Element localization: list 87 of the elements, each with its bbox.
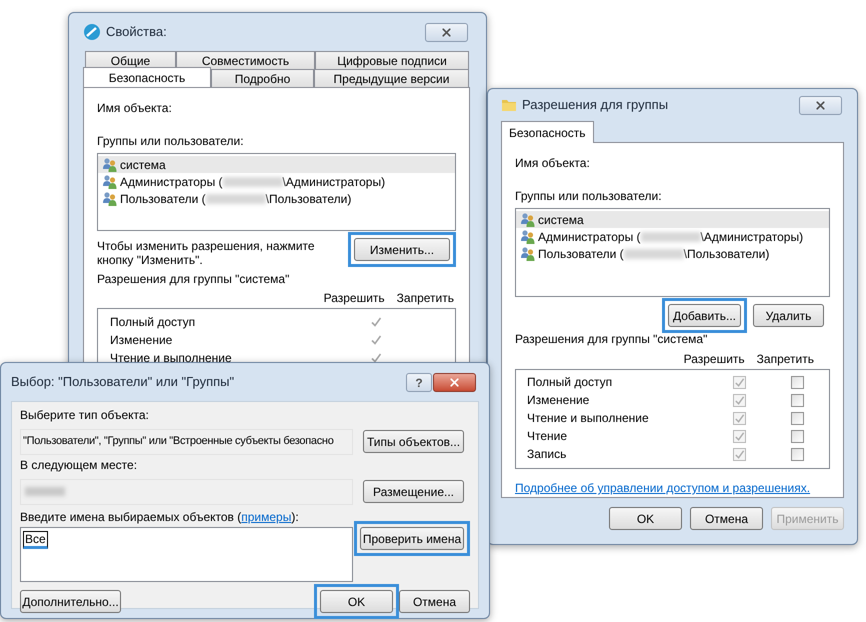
permission-name: Изменение (527, 392, 590, 409)
group-name: Администраторы ( \Администраторы) (538, 228, 804, 246)
permission-name: Чтение (527, 428, 568, 445)
hint-text: Чтобы изменить разрешения, нажмите кнопку "Изменить". (97, 239, 316, 268)
tab[interactable]: Безопасность (83, 67, 211, 87)
list-item[interactable]: Администраторы ( \Администраторы) (516, 228, 829, 245)
users-icon (102, 156, 118, 172)
names-field[interactable]: Все (20, 527, 353, 582)
button[interactable]: OK (320, 590, 393, 613)
app-icon (83, 23, 101, 41)
groups-label: Группы или пользователи: (97, 133, 245, 150)
column-header: Разрешить (684, 351, 745, 368)
checkbox[interactable] (732, 412, 746, 424)
list-item[interactable]: система (516, 211, 829, 228)
close-icon (440, 26, 453, 38)
checkbox[interactable] (790, 376, 804, 388)
users-icon (520, 246, 536, 262)
list-item[interactable]: Пользователи ( \Пользователи) (98, 190, 455, 207)
window-title: Выбор: "Пользователи" или "Группы" (11, 373, 234, 392)
users-icon (102, 190, 118, 206)
window-title: Разрешения для группы (522, 96, 668, 114)
close-button[interactable] (799, 96, 842, 114)
close-button[interactable] (433, 372, 476, 392)
checkbox[interactable] (790, 448, 804, 460)
tab[interactable]: Предыдущие версии (314, 69, 469, 87)
button[interactable]: Размещение... (363, 480, 464, 503)
field-label: Выберите тип объекта: (20, 407, 150, 424)
button[interactable]: Отмена (690, 507, 763, 530)
permission-name: Изменение (110, 332, 174, 350)
object-type-field: "Пользователи", "Группы" или "Встроенные субъекты безопасно (20, 428, 353, 454)
object-label: Имя объекта: (515, 155, 591, 172)
column-header: Запретить (396, 290, 454, 308)
button[interactable]: OK (609, 507, 682, 530)
permission-name: Полный доступ (110, 314, 196, 332)
window-title: Свойства: (106, 23, 167, 42)
permission-name: Запись (527, 446, 568, 463)
group-name: Пользователи ( \Пользователи) (538, 246, 770, 262)
help-button[interactable]: ? (406, 372, 432, 392)
button[interactable]: Дополнительно... (20, 590, 121, 613)
examples-link[interactable]: примеры (241, 510, 292, 524)
list-item[interactable]: система (98, 156, 455, 173)
tab[interactable]: Подробно (211, 69, 314, 87)
tab[interactable]: Безопасность (501, 121, 594, 143)
field-label: В следующем месте: (20, 457, 138, 474)
check-icon (370, 316, 382, 328)
group-name: система (538, 212, 584, 228)
permissions-label: Разрешения для группы "система" (97, 271, 290, 288)
check-icon (370, 352, 382, 364)
permission-name: Чтение и выполнение (527, 410, 650, 427)
check-icon (370, 334, 382, 346)
column-header: Запретить (756, 351, 814, 368)
list-item[interactable]: Администраторы ( \Администраторы) (98, 173, 455, 190)
button[interactable]: Отмена (399, 590, 470, 613)
users-icon (102, 174, 118, 190)
button[interactable]: Добавить... (668, 304, 741, 327)
users-icon (520, 212, 536, 228)
checkbox[interactable] (790, 394, 804, 406)
checkbox[interactable] (790, 430, 804, 442)
group-name: Пользователи ( \Пользователи) (120, 190, 352, 208)
groups-label: Группы или пользователи: (515, 188, 663, 205)
checkbox[interactable] (732, 430, 746, 442)
group-name: Администраторы ( \Администраторы) (120, 174, 386, 190)
list-item[interactable]: Пользователи ( \Пользователи) (516, 245, 829, 262)
permission-name: Полный доступ (527, 374, 614, 391)
tab[interactable]: Цифровые подписи (315, 51, 469, 69)
button[interactable]: Проверить имена (360, 527, 464, 550)
permission-name: Чтение и выполнение (110, 350, 233, 368)
close-icon (448, 376, 461, 388)
close-icon (814, 98, 827, 112)
typed-text: Все (23, 531, 48, 549)
checkbox[interactable] (732, 376, 746, 388)
permissions-label: Разрешения для группы "система" (515, 331, 708, 348)
column-header: Разрешить (324, 290, 385, 308)
object-label: Имя объекта: (97, 100, 173, 117)
users-icon (520, 228, 536, 244)
names-label: Введите имена выбираемых объектов (примеры): (20, 509, 300, 526)
group-name: система (120, 156, 166, 174)
button[interactable]: Удалить (753, 304, 824, 327)
folder-icon (501, 97, 517, 113)
button[interactable]: Типы объектов... (363, 430, 464, 453)
button[interactable]: Изменить... (354, 238, 450, 262)
close-button[interactable] (425, 22, 468, 42)
help-link[interactable]: Подробнее об управлении доступом и разрешениях. (515, 479, 830, 497)
tab[interactable]: Совместимость (176, 51, 315, 69)
checkbox[interactable] (732, 394, 746, 406)
checkbox[interactable] (790, 412, 804, 424)
checkbox[interactable] (732, 448, 746, 460)
